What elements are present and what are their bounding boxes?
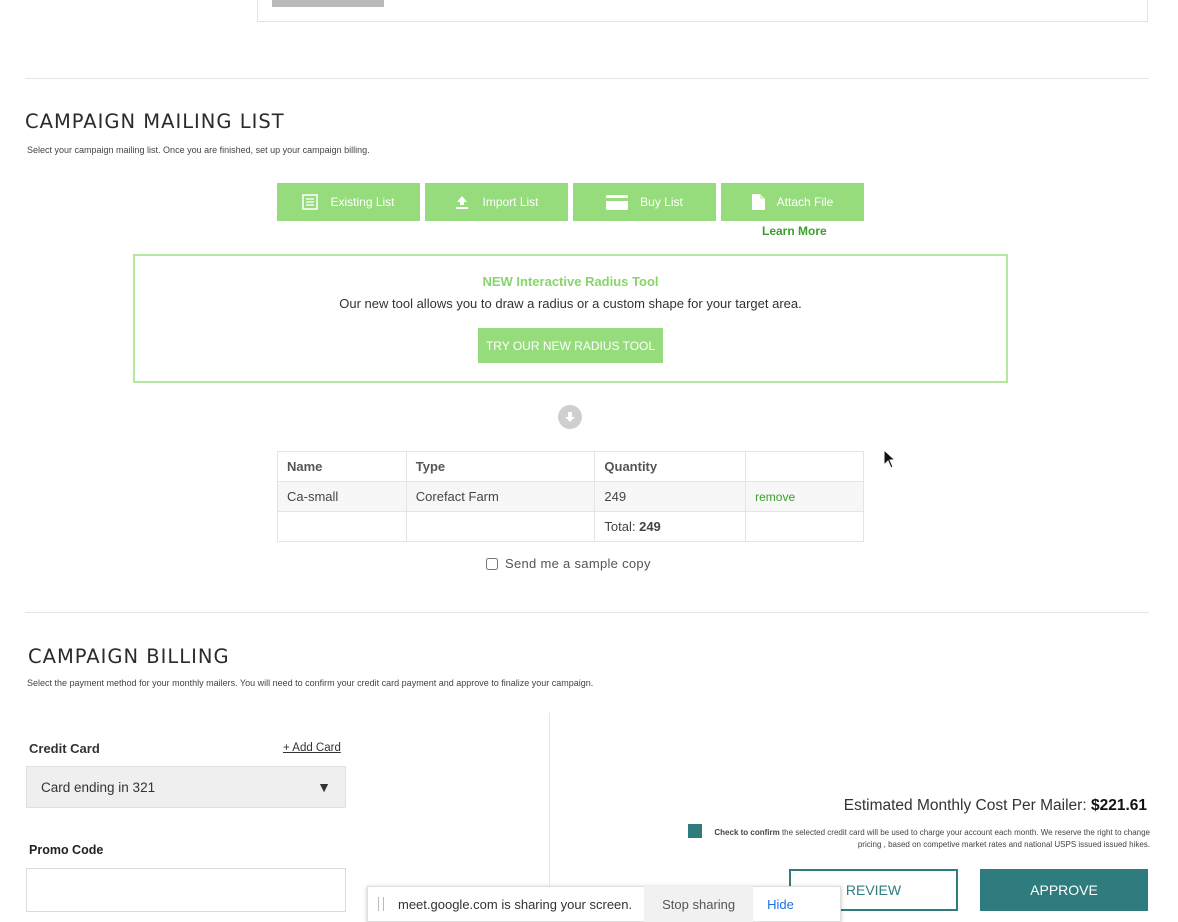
mailing-list-subtitle: Select your campaign mailing list. Once … bbox=[27, 145, 370, 155]
file-icon bbox=[751, 194, 765, 210]
mailing-list-table: Name Type Quantity Ca-small Corefact Far… bbox=[277, 451, 864, 542]
estimated-cost: Estimated Monthly Cost Per Mailer: $221.… bbox=[844, 797, 1147, 815]
arrow-down-circle-icon bbox=[558, 405, 582, 429]
upload-icon bbox=[456, 196, 469, 209]
estimated-cost-value: $221.61 bbox=[1090, 797, 1147, 814]
column-header-name: Name bbox=[277, 451, 407, 482]
credit-card-selected: Card ending in 321 bbox=[41, 779, 156, 795]
promo-code-label: Promo Code bbox=[29, 843, 104, 857]
radius-tool-title: NEW Interactive Radius Tool bbox=[482, 274, 659, 289]
confirm-text: Check to confirm the selected credit car… bbox=[706, 827, 1150, 851]
list-icon bbox=[302, 194, 319, 210]
confirm-detail: the selected credit card will be used to… bbox=[779, 828, 1150, 849]
column-header-quantity: Quantity bbox=[594, 451, 747, 482]
section-divider bbox=[25, 612, 1149, 613]
screen-share-bar: meet.google.com is sharing your screen. … bbox=[367, 886, 841, 922]
section-divider bbox=[25, 78, 1149, 79]
drag-handle-icon[interactable] bbox=[378, 897, 384, 911]
cell-type: Corefact Farm bbox=[405, 481, 596, 512]
table-row: Ca-small Corefact Farm 249 remove bbox=[277, 481, 864, 512]
try-radius-tool-button[interactable]: TRY OUR NEW RADIUS TOOL bbox=[478, 328, 663, 363]
existing-list-label: Existing List bbox=[330, 195, 395, 209]
radius-tool-description: Our new tool allows you to draw a radius… bbox=[339, 296, 802, 311]
cell-action: remove bbox=[745, 481, 864, 512]
confirm-checkbox[interactable] bbox=[688, 824, 702, 838]
sample-copy-checkbox[interactable] bbox=[486, 557, 498, 570]
screen-share-message: meet.google.com is sharing your screen. bbox=[398, 896, 633, 912]
column-header-action bbox=[745, 451, 864, 482]
mailing-list-title: CAMPAIGN MAILING LIST bbox=[25, 110, 285, 133]
cell-quantity: 249 bbox=[594, 481, 747, 512]
sample-copy-option[interactable]: Send me a sample copy bbox=[486, 556, 651, 571]
promo-code-input[interactable] bbox=[26, 868, 346, 912]
learn-more-link[interactable]: Learn More bbox=[762, 224, 827, 238]
table-header-row: Name Type Quantity bbox=[277, 451, 864, 482]
sample-copy-label: Send me a sample copy bbox=[505, 556, 651, 571]
existing-list-button[interactable]: Existing List bbox=[277, 183, 420, 221]
dropdown-arrow-icon: ▼ bbox=[317, 779, 331, 795]
cell-name: Ca-small bbox=[277, 481, 407, 512]
stop-sharing-button[interactable]: Stop sharing bbox=[644, 886, 754, 922]
previous-section-card bbox=[257, 0, 1148, 22]
import-list-label: Import List bbox=[482, 195, 539, 209]
import-list-button[interactable]: Import List bbox=[425, 183, 568, 221]
approve-button[interactable]: APPROVE bbox=[980, 869, 1148, 911]
credit-card-select[interactable]: Card ending in 321 ▼ bbox=[26, 766, 346, 808]
remove-link[interactable]: remove bbox=[755, 490, 795, 504]
total-label: Total: bbox=[604, 519, 636, 534]
previous-section-button-edge[interactable] bbox=[272, 0, 384, 7]
total-value: 249 bbox=[639, 519, 661, 534]
add-card-link[interactable]: + Add Card bbox=[283, 742, 341, 754]
credit-card-label: Credit Card bbox=[29, 741, 100, 756]
credit-card-icon bbox=[606, 194, 629, 210]
table-total-row: Total: 249 bbox=[277, 511, 864, 542]
confirm-bold: Check to confirm bbox=[714, 828, 780, 837]
total-cell: Total: 249 bbox=[594, 511, 747, 542]
column-header-type: Type bbox=[405, 451, 596, 482]
billing-title: CAMPAIGN BILLING bbox=[28, 645, 230, 668]
attach-file-label: Attach File bbox=[776, 195, 834, 209]
estimated-cost-label: Estimated Monthly Cost Per Mailer: bbox=[843, 797, 1087, 814]
mouse-cursor-icon bbox=[883, 449, 897, 469]
buy-list-label: Buy List bbox=[640, 195, 683, 209]
buy-list-button[interactable]: Buy List bbox=[573, 183, 716, 221]
billing-subtitle: Select the payment method for your month… bbox=[27, 678, 594, 688]
attach-file-button[interactable]: Attach File bbox=[721, 183, 864, 221]
hide-button[interactable]: Hide bbox=[767, 897, 794, 912]
